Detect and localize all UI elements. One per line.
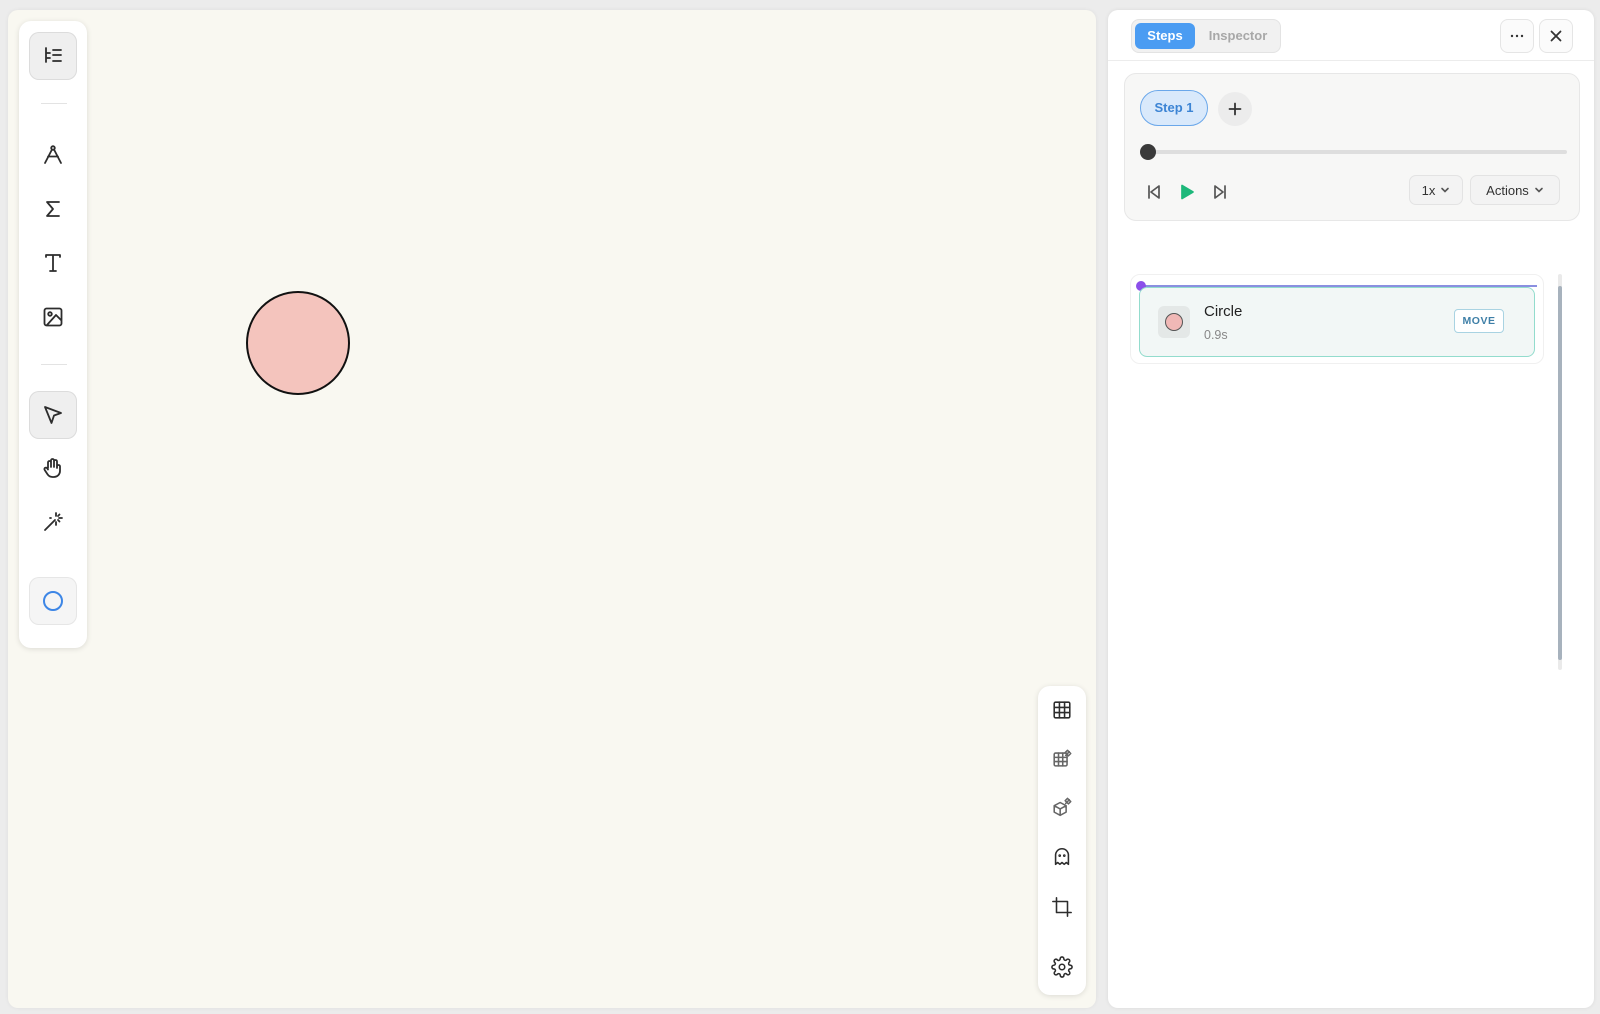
skip-back-icon — [1148, 185, 1160, 199]
text-tool-button[interactable] — [29, 239, 77, 287]
timeline: Circle 0.9s MOVE — [1130, 274, 1544, 364]
play-button[interactable] — [1175, 180, 1199, 204]
toolbar-divider — [41, 103, 67, 104]
onion-skin-button[interactable] — [1046, 841, 1078, 873]
grid-button[interactable] — [1046, 694, 1078, 726]
snap-to-object-button[interactable] — [1046, 792, 1078, 824]
animation-type-badge[interactable]: MOVE — [1454, 309, 1504, 333]
settings-icon — [1051, 956, 1073, 978]
speed-value: 1x — [1421, 182, 1436, 198]
actions-dropdown[interactable]: Actions — [1470, 175, 1560, 205]
actions-label: Actions — [1486, 182, 1529, 198]
steps-panel: Steps Inspector Step 1 1x Actions Circle… — [1108, 10, 1594, 1008]
outline-button[interactable] — [29, 32, 77, 80]
tree-list-icon — [45, 47, 62, 63]
pen-tool-button[interactable] — [29, 131, 77, 179]
more-horizontal-icon — [1510, 34, 1524, 38]
toolbar-divider — [41, 364, 67, 365]
canvas-circle-shape[interactable] — [246, 291, 350, 395]
crop-button[interactable] — [1046, 891, 1078, 923]
snap-to-grid-button[interactable] — [1046, 743, 1078, 775]
cube-snap-icon — [1053, 797, 1072, 817]
circle-thumbnail-icon — [1158, 306, 1190, 338]
close-icon — [1550, 30, 1562, 42]
scrollbar-thumb[interactable] — [1558, 286, 1562, 660]
skip-forward-icon — [1214, 185, 1226, 199]
close-panel-button[interactable] — [1539, 19, 1573, 53]
scrubber-track[interactable] — [1147, 150, 1567, 154]
panel-tabs: Steps Inspector — [1131, 19, 1281, 53]
timeline-item-duration: 0.9s — [1204, 328, 1228, 342]
more-options-button[interactable] — [1500, 19, 1534, 53]
plus-icon — [1228, 102, 1242, 116]
timeline-scrollbar[interactable] — [1558, 274, 1562, 670]
canvas[interactable] — [8, 10, 1096, 1008]
scrubber-handle[interactable] — [1140, 144, 1156, 160]
sigma-icon — [46, 201, 60, 217]
text-icon — [45, 254, 61, 272]
grid-snap-icon — [1053, 749, 1072, 767]
left-toolbar — [19, 21, 87, 648]
image-icon — [43, 307, 63, 327]
speed-dropdown[interactable]: 1x — [1409, 175, 1463, 205]
magic-wand-button[interactable] — [29, 498, 77, 546]
circle-shape-icon — [43, 591, 63, 611]
timeline-item[interactable]: Circle 0.9s MOVE — [1139, 287, 1535, 357]
image-tool-button[interactable] — [29, 293, 77, 341]
shape-picker-button[interactable] — [29, 577, 77, 625]
add-step-button[interactable] — [1218, 92, 1252, 126]
panel-header: Steps Inspector — [1108, 10, 1594, 61]
crop-icon — [1052, 897, 1072, 917]
hand-tool-button[interactable] — [29, 444, 77, 492]
magic-wand-icon — [44, 512, 63, 531]
grid-icon — [1053, 701, 1071, 719]
view-toolbar — [1038, 686, 1086, 995]
formula-button[interactable] — [29, 185, 77, 233]
timeline-item-name: Circle — [1204, 303, 1243, 320]
hand-icon — [43, 458, 61, 478]
chevron-down-icon — [1535, 187, 1543, 193]
skip-back-button[interactable] — [1142, 180, 1166, 204]
ghost-icon — [1054, 847, 1070, 866]
select-arrow-icon — [44, 406, 62, 424]
tab-steps[interactable]: Steps — [1135, 23, 1195, 49]
play-icon — [1181, 184, 1194, 200]
pen-tool-icon — [44, 145, 62, 164]
tab-inspector[interactable]: Inspector — [1199, 23, 1277, 49]
step-1-pill[interactable]: Step 1 — [1140, 90, 1208, 126]
chevron-down-icon — [1441, 187, 1450, 193]
settings-button[interactable] — [1046, 951, 1078, 983]
select-tool-button[interactable] — [29, 391, 77, 439]
player-card: Step 1 1x Actions — [1124, 73, 1580, 221]
skip-forward-button[interactable] — [1208, 180, 1232, 204]
